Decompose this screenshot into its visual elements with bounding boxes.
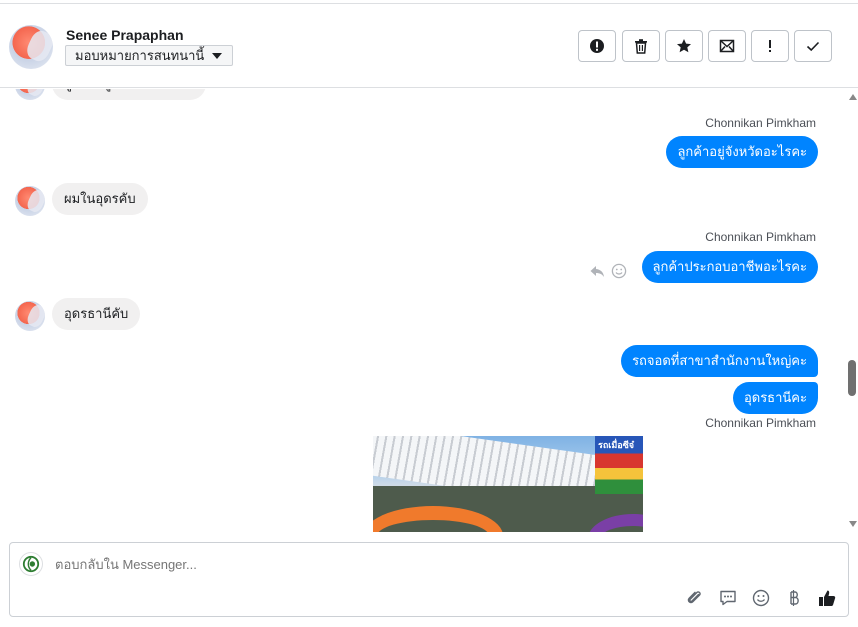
incoming-message: อุดรธานีคับ [52,298,141,330]
message-thread[interactable]: ลูกค้าอยู่จังหวัดอะไรคะ Chonnikan Pimkha… [0,89,846,532]
composer-toolbar [684,587,838,609]
sender-avatar [15,186,45,216]
saved-reply-icon [720,590,736,606]
page-logo-icon [22,555,40,573]
delete-button[interactable] [622,30,660,62]
message-actions [589,263,627,279]
reply-icon[interactable] [589,263,605,279]
baht-icon [790,590,799,606]
check-icon [806,41,820,52]
star-icon [677,39,691,53]
paperclip-icon [687,591,701,604]
conversation-header: Senee Prapaphan มอบหมายการสนทนานี้ [0,4,858,88]
mark-spam-button[interactable] [578,30,616,62]
incoming-message: ผมในอุดรคับ [52,183,148,215]
thread-scrollbar[interactable] [846,89,858,532]
outgoing-message: รถจอดที่สาขาสำนักงานใหญ่คะ [621,345,818,377]
saved-reply-button[interactable] [717,587,739,609]
sender-avatar [15,89,45,100]
outgoing-message: อุดรธานีคะ [732,382,818,414]
outgoing-message: ลูกค้าประกอบอาชีพอะไรคะ [641,251,818,283]
sender-avatar [15,301,45,331]
sender-name: Chonnikan Pimkham [705,230,816,244]
contact-avatar[interactable] [9,25,53,69]
alert-circle-icon [590,39,604,53]
like-button[interactable] [816,587,838,609]
sender-name: Chonnikan Pimkham [705,416,816,430]
attach-button[interactable] [684,587,706,609]
mark-done-button[interactable] [794,30,832,62]
sender-name: Chonnikan Pimkham [705,116,816,130]
scroll-down-arrow-icon[interactable] [849,521,857,527]
outgoing-message: ลูกค้าอยู่จังหวัดอะไรคะ [666,136,818,168]
reply-input[interactable] [55,557,655,572]
assign-conversation-label: มอบหมายการสนทนานี้ [75,48,205,63]
mail-icon [719,39,735,53]
mark-important-button[interactable] [751,30,789,62]
contact-name[interactable]: Senee Prapaphan [66,27,184,43]
incoming-message-partial: ลูกค้าอยู่จังหวัดอะไรคะ [52,89,206,100]
exclamation-icon [769,40,771,52]
mark-unread-button[interactable] [708,30,746,62]
scrollbar-thumb[interactable] [848,360,856,396]
page-avatar [19,552,43,576]
star-button[interactable] [665,30,703,62]
message-photo[interactable]: รถเมื่อซีจ๋ [373,436,643,532]
scroll-up-arrow-icon[interactable] [849,94,857,100]
react-icon[interactable] [611,263,627,279]
like-icon [819,590,836,606]
caret-down-icon [212,53,223,59]
emoji-icon [752,589,770,607]
payment-button[interactable] [783,587,805,609]
assign-conversation-dropdown[interactable]: มอบหมายการสนทนานี้ [65,45,234,66]
trash-icon [635,39,647,54]
emoji-button[interactable] [750,587,772,609]
photo-sign-text: รถเมื่อซีจ๋ [598,440,635,450]
reply-composer [9,542,849,617]
